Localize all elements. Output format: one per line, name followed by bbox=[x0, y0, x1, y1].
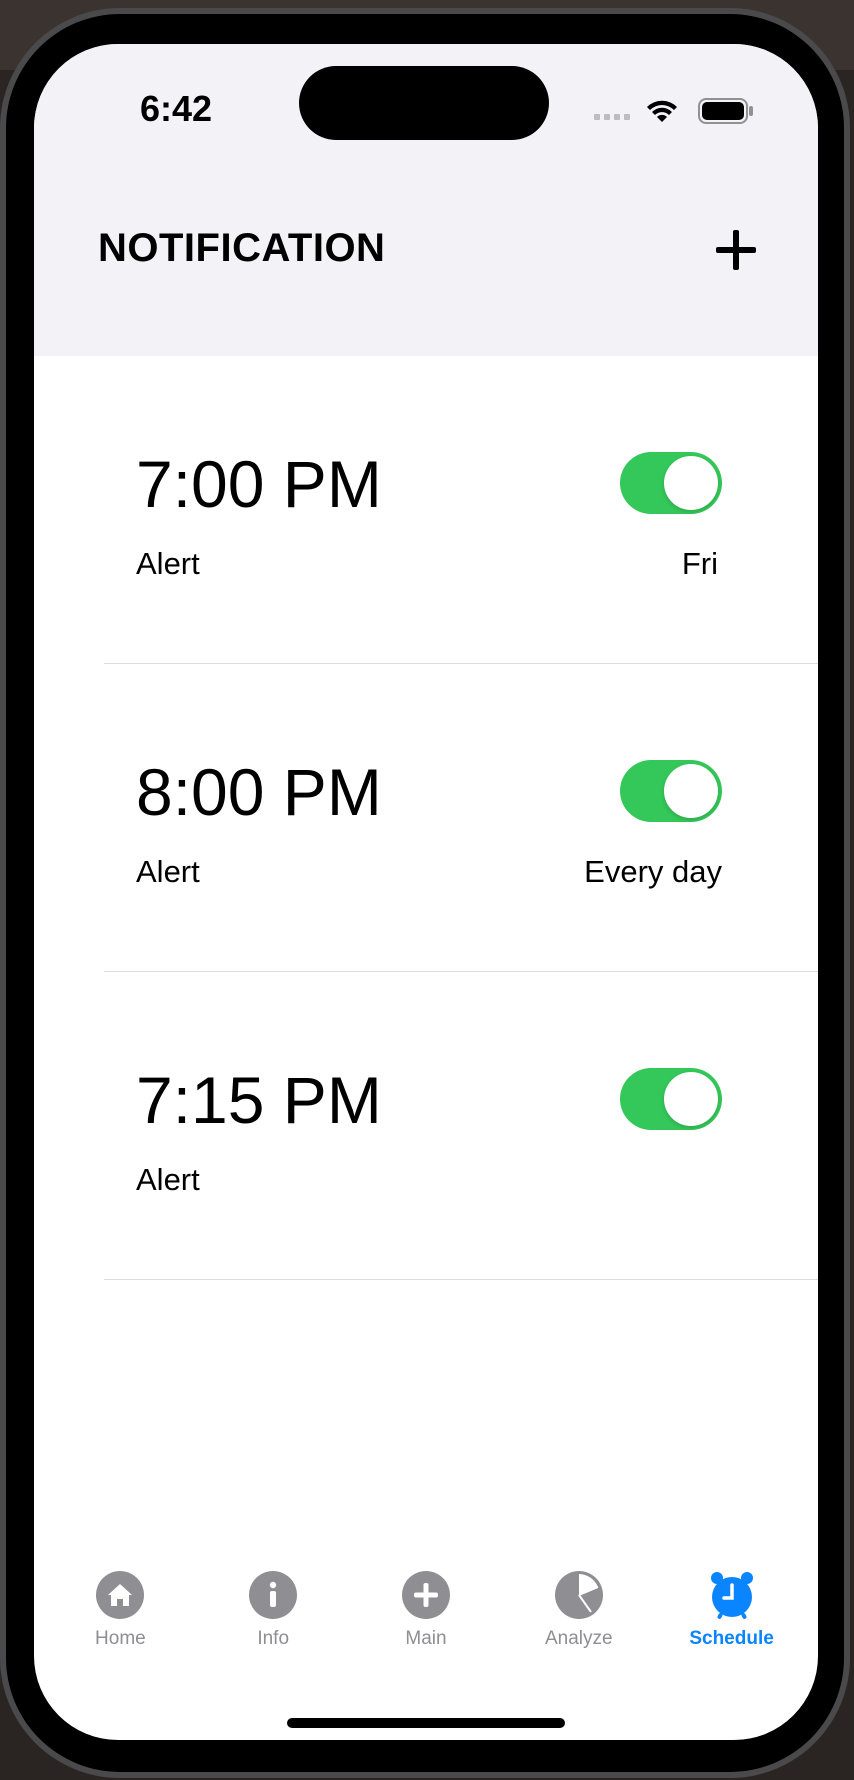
alarm-label: Alert bbox=[136, 854, 200, 889]
toggle-knob bbox=[664, 1072, 718, 1126]
page-header: NOTIFICATION bbox=[34, 164, 818, 356]
screen: 6:42 NOTIFICATION 7:00 PM Alert Fri 8:00… bbox=[34, 44, 818, 1740]
alarm-toggle[interactable] bbox=[620, 452, 722, 514]
alarm-list: 7:00 PM Alert Fri 8:00 PM Alert Every da… bbox=[34, 356, 818, 1280]
info-icon bbox=[249, 1571, 298, 1619]
alarm-toggle[interactable] bbox=[620, 1068, 722, 1130]
page-title: NOTIFICATION bbox=[98, 226, 386, 270]
signal-icon bbox=[594, 114, 630, 120]
status-time: 6:42 bbox=[140, 88, 213, 129]
alarm-label: Alert bbox=[136, 546, 200, 581]
alarm-time: 7:15 PM bbox=[136, 1063, 382, 1137]
add-alarm-button[interactable] bbox=[714, 228, 758, 272]
phone-bezel: 6:42 NOTIFICATION 7:00 PM Alert Fri 8:00… bbox=[6, 14, 844, 1772]
battery-icon bbox=[698, 98, 753, 124]
tab-label: Info bbox=[257, 1628, 290, 1649]
alarm-label: Alert bbox=[136, 1162, 200, 1197]
toggle-knob bbox=[664, 764, 718, 818]
alarm-time: 7:00 PM bbox=[136, 447, 382, 521]
plus-circle-icon bbox=[401, 1571, 450, 1619]
alarm-row[interactable]: 8:00 PM Alert Every day bbox=[104, 664, 818, 972]
alarm-clock-icon bbox=[710, 1572, 753, 1619]
dynamic-island bbox=[299, 66, 549, 140]
alarm-time: 8:00 PM bbox=[136, 755, 382, 829]
home-icon bbox=[96, 1571, 145, 1619]
wifi-icon bbox=[647, 100, 677, 122]
alarm-toggle[interactable] bbox=[620, 760, 722, 822]
tab-label: Analyze bbox=[544, 1628, 613, 1649]
tab-main[interactable]: Main bbox=[361, 1570, 491, 1680]
tab-label: Main bbox=[405, 1628, 447, 1649]
tab-label: Home bbox=[95, 1628, 146, 1649]
status-bar: 6:42 bbox=[34, 44, 818, 164]
tab-home[interactable]: Home bbox=[55, 1570, 185, 1680]
pie-chart-icon bbox=[554, 1571, 603, 1619]
tab-schedule[interactable]: Schedule bbox=[667, 1570, 797, 1680]
tab-info[interactable]: Info bbox=[208, 1570, 338, 1680]
toggle-knob bbox=[664, 456, 718, 510]
alarm-repeat: Fri bbox=[681, 546, 718, 581]
alarm-row[interactable]: 7:15 PM Alert bbox=[104, 972, 818, 1280]
alarm-row[interactable]: 7:00 PM Alert Fri bbox=[104, 356, 818, 664]
alarm-repeat: Every day bbox=[584, 854, 722, 889]
tab-analyze[interactable]: Analyze bbox=[514, 1570, 644, 1680]
phone-frame: 6:42 NOTIFICATION 7:00 PM Alert Fri 8:00… bbox=[0, 8, 850, 1778]
tab-label: Schedule bbox=[689, 1628, 774, 1649]
home-indicator[interactable] bbox=[287, 1718, 565, 1728]
tab-bar: Home Info Main Analyze Schedule bbox=[34, 1570, 818, 1680]
